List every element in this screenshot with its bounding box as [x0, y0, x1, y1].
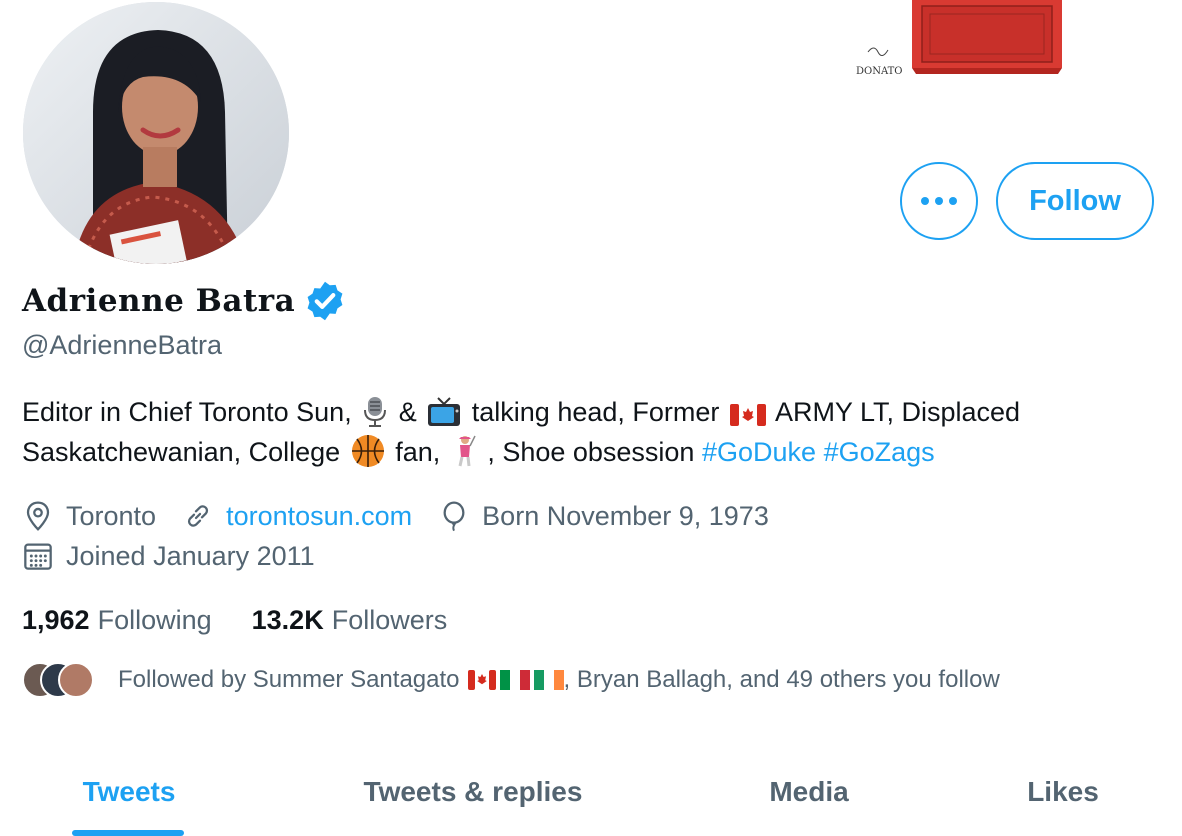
basketball-icon: [351, 435, 384, 467]
verified-badge-icon: [307, 281, 343, 321]
follow-counts: 1,962 Following 13.2K Followers: [22, 600, 487, 640]
profile-birthday: Born November 9, 1973: [438, 500, 769, 532]
profile-location: Toronto: [22, 500, 156, 532]
calendar-icon: [24, 543, 52, 570]
profile-avatar[interactable]: [21, 0, 291, 266]
profile-handle: @AdrienneBatra: [22, 330, 223, 360]
banner-drawing: DONATO: [856, 0, 1062, 77]
tab-media[interactable]: Media: [730, 750, 888, 834]
more-horizontal-icon: [921, 197, 957, 205]
bio-text: fan,: [395, 437, 441, 467]
balloon-icon: [443, 501, 465, 532]
more-options-button[interactable]: [900, 162, 978, 240]
golfer-icon: [458, 435, 476, 467]
hashtag-link[interactable]: #GoZags: [824, 437, 935, 467]
italy-flag-icon: [499, 670, 530, 690]
followers-count: 13.2K: [251, 604, 324, 635]
following-count-link[interactable]: 1,962 Following: [22, 605, 212, 636]
bio-text: Editor in Chief Toronto Sun,: [22, 397, 352, 427]
followers-label: Followers: [331, 604, 448, 635]
profile-joined: Joined January 2011: [22, 540, 315, 572]
canada-flag-icon: [729, 404, 766, 426]
followed-by-text-suffix: , Bryan Ballagh, and 49 others you follo…: [563, 666, 1000, 693]
profile-meta: Toronto torontosun.com Born November 9, …: [22, 496, 795, 536]
hashtag-link[interactable]: #GoDuke: [702, 437, 816, 467]
banner-signature: DONATO: [856, 66, 903, 77]
profile-website[interactable]: torontosun.com: [182, 500, 412, 532]
location-text: Toronto: [66, 500, 157, 531]
bio-text: &: [398, 397, 417, 427]
followers-you-know-avatars: [22, 662, 94, 698]
followed-by-row[interactable]: Followed by Summer Santagato , Bryan Bal…: [22, 660, 1000, 700]
birthday-text: Born November 9, 1973: [482, 500, 769, 531]
avatar: [58, 662, 94, 698]
active-tab-indicator: [72, 830, 184, 836]
followers-count-link[interactable]: 13.2K Followers: [252, 605, 448, 636]
follow-button[interactable]: Follow: [996, 162, 1154, 240]
link-icon: [187, 505, 209, 527]
canada-flag-icon: [467, 670, 496, 690]
following-label: Following: [97, 604, 212, 635]
bio-text: , Shoe obsession: [487, 437, 695, 467]
tab-tweets[interactable]: Tweets: [40, 750, 218, 834]
following-count: 1,962: [22, 604, 90, 635]
display-name: Adrienne Batra: [22, 283, 296, 319]
profile-bio: Editor in Chief Toronto Sun, & talking h…: [22, 392, 1162, 472]
bio-text: talking head, Former: [471, 397, 720, 427]
profile-meta-joined: Joined January 2011: [22, 536, 341, 576]
location-pin-icon: [26, 501, 50, 531]
ireland-flag-icon: [533, 670, 564, 690]
microphone-icon: [364, 397, 387, 427]
tab-likes[interactable]: Likes: [990, 750, 1136, 834]
followed-by-text: Followed by Summer Santagato: [118, 666, 460, 693]
tab-tweets-and-replies[interactable]: Tweets & replies: [320, 750, 626, 834]
profile-tabs: Tweets Tweets & replies Media Likes: [0, 750, 1182, 836]
joined-text: Joined January 2011: [66, 540, 315, 571]
television-icon: [428, 397, 461, 426]
website-link[interactable]: torontosun.com: [226, 501, 412, 532]
profile-name-row: Adrienne Batra: [22, 278, 347, 324]
